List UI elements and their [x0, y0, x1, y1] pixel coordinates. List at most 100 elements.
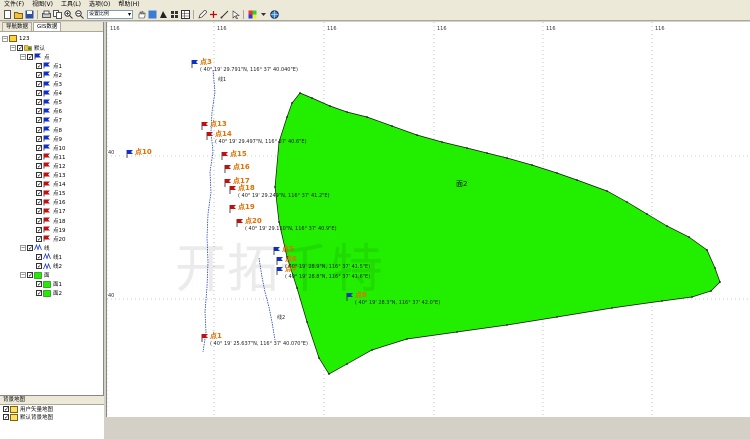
checkbox[interactable]: ✓ [36, 290, 42, 297]
zoom-in-icon[interactable] [63, 10, 73, 20]
checkbox[interactable]: ✓ [36, 190, 42, 197]
open-folder-icon[interactable] [13, 10, 23, 20]
tree-point-item[interactable]: ✓ 点4 [36, 89, 62, 98]
checkbox[interactable]: ✓ [36, 253, 42, 260]
area-polygon-2[interactable] [274, 92, 721, 375]
tree-area-item[interactable]: ✓ 面1 [36, 280, 62, 289]
tree-point-item[interactable]: ✓ 点12 [36, 161, 66, 170]
globe-icon[interactable] [269, 10, 279, 20]
tree-line-item[interactable]: ✓ 线1 [36, 252, 62, 261]
tree-point-item[interactable]: ✓ 点18 [36, 216, 66, 225]
tree-point-item[interactable]: ✓ 点7 [36, 116, 62, 125]
checkbox[interactable]: ✓ [36, 162, 42, 169]
grid-icon[interactable] [169, 10, 179, 20]
tree-lines-group[interactable]: − ✓ 线 [20, 243, 50, 252]
checkbox[interactable]: ✓ [36, 99, 42, 106]
point-flag-icon[interactable] [207, 132, 213, 136]
point-flag-icon[interactable] [202, 122, 208, 126]
expand-toggle-icon[interactable]: − [20, 53, 26, 60]
color-palette-icon[interactable] [247, 10, 257, 20]
expand-toggle-icon[interactable]: − [20, 272, 26, 279]
checkbox[interactable]: ✓ [36, 81, 42, 88]
bg-item-default[interactable]: ✓ 默认背景地图 [0, 413, 104, 421]
tree-point-item[interactable]: ✓ 点15 [36, 189, 66, 198]
tree-root-123[interactable]: − 123 [2, 34, 30, 43]
tab-gis-data[interactable]: GIS数据 [33, 22, 62, 31]
tree-point-item[interactable]: ✓ 点9 [36, 134, 62, 143]
add-point-icon[interactable] [208, 10, 218, 20]
checkbox[interactable]: ✓ [36, 144, 42, 151]
checkbox[interactable]: ✓ [36, 181, 42, 188]
map-canvas[interactable]: 116 116 116 116 116 116 40 40 面2 线1 线2 点3( 40° 19' … [106, 22, 750, 417]
point-flag-icon[interactable] [192, 60, 198, 64]
select-icon[interactable] [230, 10, 240, 20]
checkbox[interactable]: ✓ [36, 208, 42, 215]
point-flag-icon[interactable] [222, 152, 228, 156]
menu-options[interactable]: 选项(O) [85, 0, 114, 9]
checkbox[interactable]: ✓ [36, 126, 42, 133]
point-flag-icon[interactable] [202, 334, 208, 338]
tab-nav-data[interactable]: 导航数据 [2, 22, 33, 31]
tree-area-item[interactable]: ✓ 面2 [36, 289, 62, 298]
expand-toggle-icon[interactable]: − [10, 44, 16, 51]
tree-point-item[interactable]: ✓ 点17 [36, 207, 66, 216]
save-icon[interactable] [24, 10, 34, 20]
tree-point-item[interactable]: ✓ 点5 [36, 98, 62, 107]
checkbox[interactable]: ✓ [27, 272, 33, 279]
expand-toggle-icon[interactable]: − [2, 35, 8, 42]
zoom-out-icon[interactable] [74, 10, 84, 20]
checkbox[interactable]: ✓ [36, 172, 42, 179]
map-svg[interactable]: 116 116 116 116 116 1164040面2线1线2点3( 40° 19' … [107, 22, 750, 417]
checkbox[interactable]: ✓ [27, 244, 33, 251]
new-file-icon[interactable] [2, 10, 12, 20]
pan-hand-icon[interactable] [136, 10, 146, 20]
point-flag-icon[interactable] [127, 150, 133, 154]
point-flag-icon[interactable] [230, 186, 236, 190]
layer-icon[interactable] [147, 10, 157, 20]
bg-item-user-vector[interactable]: ✓ 用户矢量地图 [0, 405, 104, 413]
copy-icon[interactable] [52, 10, 62, 20]
menu-tools[interactable]: 工具(L) [57, 0, 85, 9]
checkbox[interactable]: ✓ [36, 199, 42, 206]
checkbox[interactable]: ✓ [3, 406, 9, 413]
checkbox[interactable]: ✓ [36, 117, 42, 124]
tree-point-item[interactable]: ✓ 点2 [36, 70, 62, 79]
tree-points-group[interactable]: − ✓ 点 [20, 52, 50, 61]
checkbox[interactable]: ✓ [36, 281, 42, 288]
tree-point-item[interactable]: ✓ 点20 [36, 234, 66, 243]
checkbox[interactable]: ✓ [36, 217, 42, 224]
tree-point-item[interactable]: ✓ 点14 [36, 180, 66, 189]
tree-point-item[interactable]: ✓ 点11 [36, 152, 66, 161]
edit-pen-icon[interactable] [197, 10, 207, 20]
checkbox[interactable]: ✓ [36, 135, 42, 142]
line-1-path[interactable] [202, 69, 216, 353]
tree-point-item[interactable]: ✓ 点19 [36, 225, 66, 234]
checkbox[interactable]: ✓ [36, 153, 42, 160]
scale-select[interactable]: 设置比例 [87, 10, 133, 19]
checkbox[interactable]: ✓ [36, 263, 42, 270]
dropdown-arrow-icon[interactable] [258, 10, 268, 20]
menu-file[interactable]: 文件(F) [0, 0, 28, 9]
menu-help[interactable]: 帮助(H) [114, 0, 143, 9]
region-icon[interactable] [158, 10, 168, 20]
checkbox[interactable]: ✓ [36, 108, 42, 115]
checkbox[interactable]: ✓ [36, 90, 42, 97]
tree-point-item[interactable]: ✓ 点8 [36, 125, 62, 134]
print-icon[interactable] [41, 10, 51, 20]
table-icon[interactable] [180, 10, 190, 20]
tree-point-item[interactable]: ✓ 点3 [36, 80, 62, 89]
checkbox[interactable]: ✓ [36, 226, 42, 233]
measure-icon[interactable] [219, 10, 229, 20]
tree-point-item[interactable]: ✓ 点1 [36, 61, 62, 70]
checkbox[interactable]: ✓ [17, 44, 23, 51]
tree-point-item[interactable]: ✓ 点10 [36, 143, 66, 152]
checkbox[interactable]: ✓ [36, 62, 42, 69]
checkbox[interactable]: ✓ [36, 71, 42, 78]
tree-point-item[interactable]: ✓ 点16 [36, 198, 66, 207]
menu-view[interactable]: 视图(V) [28, 0, 57, 9]
tree-default-group[interactable]: − ✓ 默认 [10, 43, 45, 52]
point-flag-icon[interactable] [225, 165, 231, 169]
tree-areas-group[interactable]: − ✓ 面 [20, 271, 50, 280]
expand-toggle-icon[interactable]: − [20, 244, 26, 251]
checkbox[interactable]: ✓ [3, 414, 9, 421]
